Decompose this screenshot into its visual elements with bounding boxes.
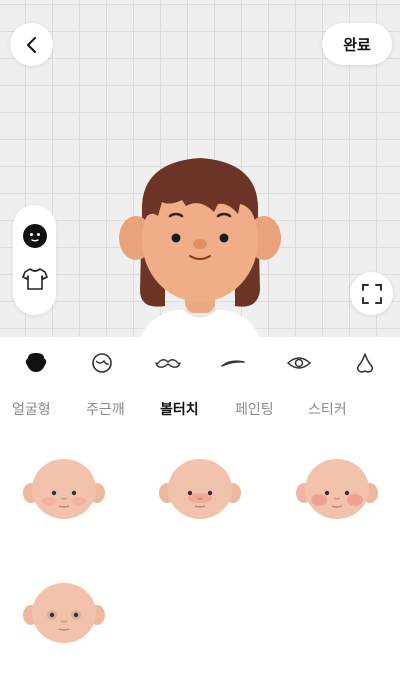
head-icon [91,353,112,373]
tab-blush[interactable]: 볼터치 [160,399,199,419]
back-button[interactable] [10,23,53,66]
face-thumbnail [23,459,105,519]
eyebrow-icon [221,360,246,367]
category-bar [0,342,400,384]
done-button[interactable]: 완료 [322,23,392,65]
category-mustache[interactable] [154,351,181,375]
mustache-icon [154,359,181,368]
face-option-eye-shadow[interactable] [22,583,106,655]
face-icon [23,224,47,248]
tab-face-shape[interactable]: 얼굴형 [12,399,51,419]
eye-icon [287,357,312,369]
expand-button[interactable] [350,272,393,315]
category-eye[interactable] [286,351,312,375]
chevron-left-icon [26,36,36,53]
category-eyebrow[interactable] [220,351,246,375]
face-option-nose-blush[interactable] [158,455,242,527]
avatar-figure [119,158,281,337]
shirt-icon [22,268,48,290]
face-tool-button[interactable] [22,223,48,253]
face-shape-icon [25,353,47,372]
side-toolbar [13,205,56,315]
category-face-shape[interactable] [23,351,49,375]
tab-freckles[interactable]: 주근깨 [86,399,125,419]
tab-painting[interactable]: 페인팅 [235,399,274,419]
expand-icon [361,283,382,304]
avatar-preview: 완료 [0,0,400,337]
face-option-light-blush[interactable] [22,455,106,527]
sub-tabs: 얼굴형 주근깨 볼터치 페인팅 스티커 [0,394,400,424]
nose-icon [356,353,373,373]
face-thumbnail [23,583,105,643]
outfit-tool-button[interactable] [22,267,48,295]
face-option-cheek-blush[interactable] [295,455,379,527]
category-head[interactable] [89,351,115,375]
tab-sticker[interactable]: 스티커 [308,399,347,419]
category-nose[interactable] [352,351,378,375]
face-thumbnail [296,459,378,519]
face-thumbnail [159,459,241,519]
